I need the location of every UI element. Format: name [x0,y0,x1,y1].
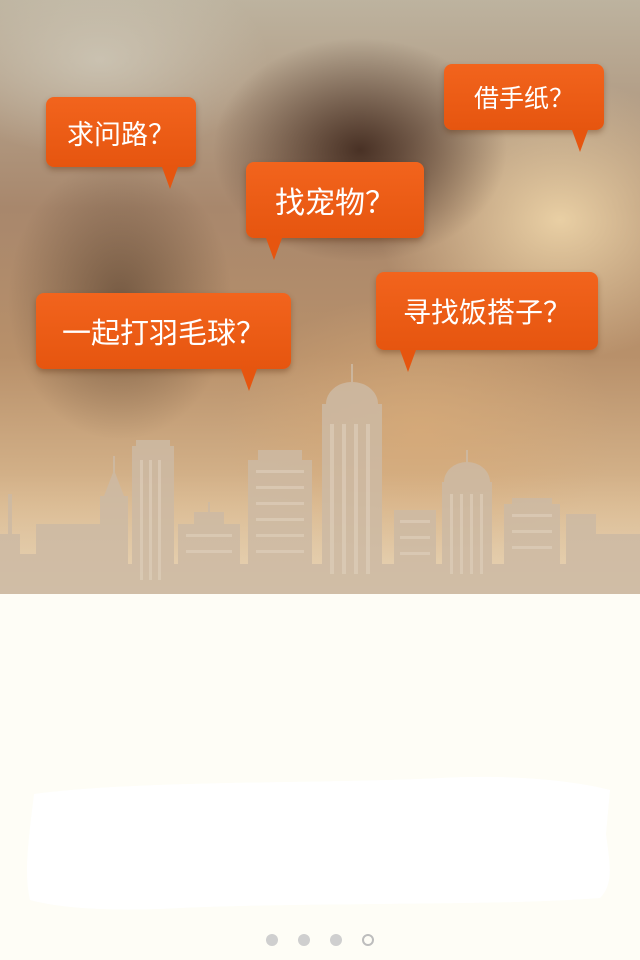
hero-banner: 求问路？ 借手纸？ 找宠物？ 一起打羽毛球？ 寻找饭搭子？ [0,0,640,594]
onboarding-screen: 求问路？ 借手纸？ 找宠物？ 一起打羽毛球？ 寻找饭搭子？ [0,0,640,960]
bubble-text: 寻找饭搭子？ [402,296,571,329]
speech-bubble-find-pet: 找宠物？ [246,162,424,260]
city-skyline-illustration [0,364,640,594]
speech-bubble-badminton: 一起打羽毛球？ [36,293,291,391]
speech-bubble-ask-directions: 求问路？ [46,97,196,189]
page-dot-1[interactable] [266,934,278,946]
page-indicator[interactable] [0,934,640,946]
content-area [0,594,640,960]
page-dot-2[interactable] [298,934,310,946]
page-dot-4-active[interactable] [362,934,374,946]
page-dot-3[interactable] [330,934,342,946]
speech-bubble-meal-buddy: 寻找饭搭子？ [376,272,598,372]
bubble-text: 求问路？ [67,119,175,151]
bubble-text: 一起打羽毛球？ [61,316,265,350]
brush-stroke-decoration [27,776,610,910]
bubble-text: 找宠物？ [275,186,395,221]
bubble-text: 借手纸？ [473,84,574,113]
speech-bubble-borrow-tissue: 借手纸？ [444,64,604,152]
